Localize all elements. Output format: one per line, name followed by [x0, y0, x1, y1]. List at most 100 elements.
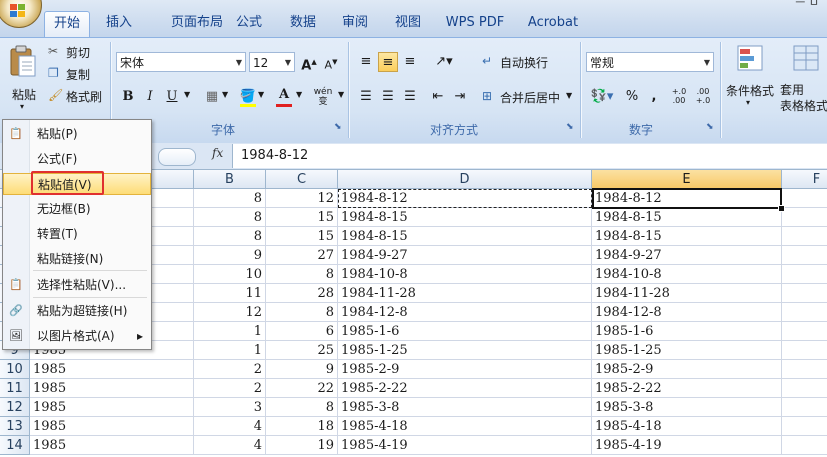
conditional-formatting-button[interactable]: 条件格式 ▾: [724, 42, 778, 122]
chevron-down-icon[interactable]: ▼: [338, 90, 344, 99]
align-middle-icon[interactable]: ≡: [378, 52, 398, 72]
cell-f[interactable]: [782, 265, 827, 284]
cell-c[interactable]: 8: [266, 265, 338, 284]
cell-f[interactable]: [782, 398, 827, 417]
cell-b[interactable]: 3: [194, 398, 266, 417]
row-header[interactable]: 13: [0, 417, 30, 436]
cell-e[interactable]: 1985-4-18: [592, 417, 782, 436]
cell-c[interactable]: 19: [266, 436, 338, 455]
chevron-down-icon[interactable]: ▼: [184, 90, 190, 99]
cell-d[interactable]: 1985-4-19: [338, 436, 592, 455]
tab-insert[interactable]: 插入: [98, 11, 140, 37]
cell-b[interactable]: 4: [194, 436, 266, 455]
cell-f[interactable]: [782, 246, 827, 265]
cell-b[interactable]: 9: [194, 246, 266, 265]
cell-e[interactable]: 1985-2-22: [592, 379, 782, 398]
cell-d[interactable]: 1985-3-8: [338, 398, 592, 417]
wrap-text-button[interactable]: ↵ 自动换行: [482, 54, 578, 72]
align-bottom-icon[interactable]: ≡: [400, 52, 420, 72]
chevron-down-icon[interactable]: ▼: [258, 90, 264, 99]
column-header-d[interactable]: D: [338, 170, 592, 189]
cell-e[interactable]: 1985-1-6: [592, 322, 782, 341]
font-size-select[interactable]: 12 ▼: [249, 52, 295, 72]
grow-font-button[interactable]: A▲: [299, 52, 319, 73]
increase-indent-icon[interactable]: ⇥: [450, 87, 470, 107]
insert-function-button[interactable]: fx: [212, 146, 223, 160]
cell-d[interactable]: 1984-12-8: [338, 303, 592, 322]
cell-e[interactable]: 1985-2-9: [592, 360, 782, 379]
merge-center-button[interactable]: ⊞ 合并后居中 ▼: [482, 89, 578, 107]
dialog-launcher-icon[interactable]: ⬊: [334, 122, 342, 132]
fill-handle[interactable]: [778, 205, 785, 212]
tab-review[interactable]: 审阅: [334, 11, 376, 37]
row-header[interactable]: 14: [0, 436, 30, 455]
font-color-button[interactable]: A: [274, 85, 294, 105]
cell-d[interactable]: 1985-4-18: [338, 417, 592, 436]
cell-b[interactable]: 4: [194, 417, 266, 436]
cell-d[interactable]: 1984-10-8: [338, 265, 592, 284]
chevron-down-icon[interactable]: ▼: [222, 90, 228, 99]
cell-c[interactable]: 18: [266, 417, 338, 436]
cell-c[interactable]: 12: [266, 189, 338, 208]
menu-item-0[interactable]: 📋 粘贴(P): [3, 123, 151, 145]
cell-b[interactable]: 1: [194, 322, 266, 341]
menu-item-8[interactable]: 🖼 以图片格式(A) ▸: [3, 325, 151, 347]
cell-b[interactable]: 11: [194, 284, 266, 303]
tab-wps-pdf[interactable]: WPS PDF: [440, 11, 510, 37]
column-header-c[interactable]: C: [266, 170, 338, 189]
cell-e[interactable]: 1984-10-8: [592, 265, 782, 284]
cell-e[interactable]: 1985-4-19: [592, 436, 782, 455]
cell-e[interactable]: 1984-12-8: [592, 303, 782, 322]
menu-item-1[interactable]: 公式(F): [3, 148, 151, 170]
cell-f[interactable]: [782, 303, 827, 322]
menu-item-4[interactable]: 转置(T): [3, 223, 151, 245]
cell-c[interactable]: 25: [266, 341, 338, 360]
tab-formulas[interactable]: 公式: [228, 11, 270, 37]
formula-input[interactable]: 1984-8-12: [232, 144, 827, 168]
dialog-launcher-icon[interactable]: ⬊: [706, 122, 714, 132]
cell-a[interactable]: 1985: [30, 436, 194, 455]
cell-f[interactable]: [782, 417, 827, 436]
cell-f[interactable]: [782, 227, 827, 246]
cell-e[interactable]: 1984-9-27: [592, 246, 782, 265]
chevron-down-icon[interactable]: ▼: [296, 90, 302, 99]
cell-d[interactable]: 1984-11-28: [338, 284, 592, 303]
cell-c[interactable]: 27: [266, 246, 338, 265]
cell-d[interactable]: 1985-1-25: [338, 341, 592, 360]
format-painter-button[interactable]: 🖌 格式刷: [48, 88, 108, 106]
cell-d[interactable]: 1984-8-15: [338, 227, 592, 246]
cell-d[interactable]: 1984-8-15: [338, 208, 592, 227]
cell-b[interactable]: 1: [194, 341, 266, 360]
copy-button[interactable]: ❐ 复制: [48, 66, 108, 84]
cell-a[interactable]: 1985: [30, 379, 194, 398]
dialog-launcher-icon[interactable]: ⬊: [566, 122, 574, 132]
cell-f[interactable]: [782, 341, 827, 360]
column-header-e[interactable]: E: [592, 170, 782, 189]
menu-item-3[interactable]: 无边框(B): [3, 198, 151, 220]
row-header[interactable]: 10: [0, 360, 30, 379]
cell-b[interactable]: 12: [194, 303, 266, 322]
cell-f[interactable]: [782, 379, 827, 398]
paste-button[interactable]: 粘贴 ▾: [4, 42, 40, 118]
cell-f[interactable]: [782, 322, 827, 341]
cell-c[interactable]: 22: [266, 379, 338, 398]
underline-button[interactable]: U: [162, 87, 182, 107]
cell-e[interactable]: 1985-1-25: [592, 341, 782, 360]
tab-view[interactable]: 视图: [387, 11, 429, 37]
comma-button[interactable]: ,: [644, 87, 664, 107]
number-format-select[interactable]: 常规 ▼: [586, 52, 714, 72]
tab-acrobat[interactable]: Acrobat: [522, 11, 584, 37]
cell-b[interactable]: 10: [194, 265, 266, 284]
orientation-icon[interactable]: ↗▾: [430, 52, 458, 72]
phonetic-guide-button[interactable]: wén 变: [310, 87, 336, 107]
menu-item-5[interactable]: 粘贴链接(N): [3, 248, 151, 270]
font-name-select[interactable]: 宋体 ▼: [116, 52, 246, 72]
cell-b[interactable]: 2: [194, 379, 266, 398]
cell-e[interactable]: 1984-8-15: [592, 227, 782, 246]
increase-decimal-button[interactable]: +.0 .00: [668, 87, 690, 107]
cell-d[interactable]: 1985-2-9: [338, 360, 592, 379]
cell-f[interactable]: [782, 208, 827, 227]
menu-item-7[interactable]: 🔗 粘贴为超链接(H): [3, 300, 151, 322]
window-controls[interactable]: ㅡ ㅁ: [795, 0, 819, 10]
cell-d[interactable]: 1984-9-27: [338, 246, 592, 265]
